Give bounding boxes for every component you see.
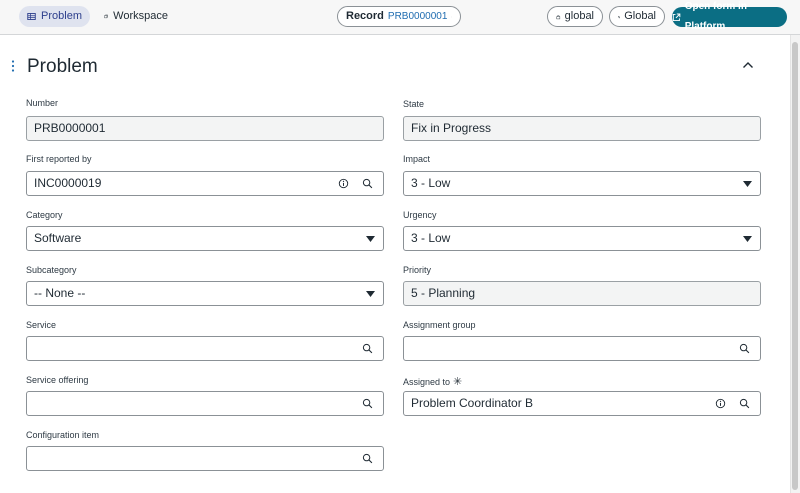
search-icon[interactable] [739,398,750,409]
external-link-icon [672,13,681,21]
search-icon[interactable] [362,178,373,189]
urgency-select[interactable]: 3 - Low [403,226,761,251]
search-icon[interactable] [362,343,373,354]
impact-label: Impact [403,154,431,164]
assigned-to-label-text: Assigned to [403,377,451,387]
application-pill[interactable]: Global [609,6,665,27]
scope-label: global [564,10,594,22]
impact-value: 3 - Low [411,176,451,190]
urgency-label: Urgency [403,210,437,220]
hierarchy-icon [618,15,621,18]
subcategory-select[interactable]: -- None -- [26,281,384,306]
top-bar: Problem Workspace Record PRB0000001 glob… [0,0,800,35]
more-options-icon[interactable] [10,60,16,72]
number-value: PRB0000001 [34,121,106,135]
first-reported-by-field[interactable]: INC0000019 [26,171,384,196]
category-select[interactable]: Software [26,226,384,251]
caret-down-icon [366,291,375,297]
priority-label: Priority [403,265,432,275]
service-field[interactable] [26,336,384,361]
state-label: State [403,99,425,109]
record-number: PRB0000001 [387,11,448,22]
open-form-in-platform-button[interactable]: Open form in Platform [672,1,787,32]
category-label: Category [26,210,63,220]
state-value: Fix in Progress [411,121,492,135]
record-label: Record [346,10,384,22]
number-field[interactable]: PRB0000001 [26,116,384,141]
record-search-pill[interactable]: Record PRB0000001 [337,6,461,27]
number-label: Number [26,98,59,108]
search-icon [451,16,452,17]
impact-select[interactable]: 3 - Low [403,171,761,196]
table-icon [27,13,36,20]
search-icon[interactable] [739,343,750,354]
subcategory-label: Subcategory [26,265,77,275]
priority-field[interactable]: 5 - Planning [403,281,761,306]
tab-problem[interactable]: Problem [19,6,90,27]
page-title: Problem [27,56,98,77]
first-reported-by-value: INC0000019 [34,176,102,190]
assignment-group-field[interactable] [403,336,761,361]
caret-down-icon [743,181,752,187]
priority-value: 5 - Planning [411,286,476,300]
scope-pill[interactable]: global [547,6,603,27]
search-icon[interactable] [362,398,373,409]
info-icon[interactable] [338,178,349,189]
category-value: Software [34,231,82,245]
configuration-item-label: Configuration item [26,430,100,440]
caret-down-icon [743,236,752,242]
info-icon[interactable] [715,398,726,409]
scrollbar-thumb[interactable] [792,42,798,490]
subcategory-value: -- None -- [34,286,86,300]
assigned-to-label: Assigned to ✳ [403,375,462,388]
required-marker: ✳ [453,376,463,388]
state-field[interactable]: Fix in Progress [403,116,761,141]
workspace-icon [104,14,108,19]
assigned-to-value: Problem Coordinator B [411,396,534,410]
assigned-to-field[interactable]: Problem Coordinator B [403,391,761,416]
assignment-group-label: Assignment group [403,320,476,330]
tab-workspace[interactable]: Workspace [96,6,176,27]
service-offering-field[interactable] [26,391,384,416]
open-form-label: Open form in Platform [684,1,747,32]
service-label: Service [26,320,57,330]
first-reported-by-label: First reported by [26,154,92,164]
caret-down-icon [366,236,375,242]
application-label: Global [624,10,656,22]
tab-workspace-label: Workspace [113,10,168,22]
tab-problem-label: Problem [41,10,82,22]
urgency-value: 3 - Low [411,231,451,245]
service-offering-label: Service offering [26,375,89,385]
configuration-item-field[interactable] [26,446,384,471]
search-icon[interactable] [362,453,373,464]
chevron-up-icon[interactable] [742,60,754,70]
lock-icon [556,14,561,19]
